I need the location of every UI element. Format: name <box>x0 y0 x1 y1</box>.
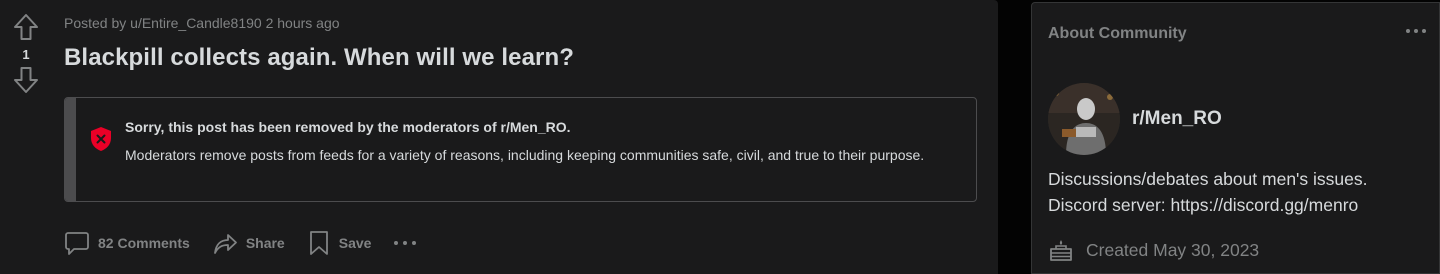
comments-button[interactable]: 82 Comments <box>64 226 190 260</box>
about-community-heading: About Community <box>1048 25 1187 42</box>
community-avatar[interactable] <box>1048 83 1120 155</box>
post-content: Posted by u/Entire_Candle8190 2 hours ag… <box>64 0 978 74</box>
save-button[interactable]: Save <box>307 226 372 260</box>
downvote-button[interactable] <box>11 65 41 95</box>
about-community-panel: About Community r/Men_RO Discussions/deb… <box>1031 2 1440 274</box>
description-line: Discussions/debates about men's issues. <box>1048 169 1368 189</box>
share-arrow-icon <box>213 234 237 254</box>
post-actions: 82 Comments Share Save <box>64 226 417 260</box>
upvote-button[interactable] <box>11 12 41 42</box>
removed-notice: Sorry, this post has been removed by the… <box>64 97 977 202</box>
share-button[interactable]: Share <box>212 226 285 260</box>
post-meta: Posted by u/Entire_Candle8190 2 hours ag… <box>64 14 978 32</box>
community-name[interactable]: r/Men_RO <box>1132 107 1222 131</box>
community-description: Discussions/debates about men's issues. … <box>1048 166 1429 218</box>
more-dots-icon <box>394 241 417 245</box>
author-link[interactable]: u/Entire_Candle8190 <box>130 15 262 31</box>
posted-by-label: Posted by <box>64 15 127 31</box>
community-created: Created May 30, 2023 <box>1048 237 1259 263</box>
post-time[interactable]: 2 hours ago <box>266 15 340 31</box>
more-dots-icon <box>1406 29 1426 33</box>
cake-icon <box>1050 240 1072 261</box>
share-label: Share <box>245 235 285 251</box>
bookmark-icon <box>309 231 328 255</box>
removed-notice-text: Moderators remove posts from feeds for a… <box>125 147 925 163</box>
removed-accent-bar <box>65 98 76 201</box>
sidebar-more-button[interactable] <box>1403 23 1429 39</box>
post-more-button[interactable] <box>393 226 417 260</box>
arrow-down-icon <box>14 67 38 93</box>
created-date: Created May 30, 2023 <box>1086 239 1260 260</box>
community-avatar-image <box>1048 83 1120 155</box>
post-title[interactable]: Blackpill collects again. When will we l… <box>64 42 978 74</box>
removed-notice-title: Sorry, this post has been removed by the… <box>125 119 571 135</box>
comments-label: 82 Comments <box>98 235 190 251</box>
page: 1 Posted by u/Entire_Candle8190 2 hours … <box>0 0 1440 274</box>
comment-bubble-icon <box>65 232 89 255</box>
vote-column: 1 <box>0 0 52 274</box>
arrow-up-icon <box>14 14 38 40</box>
shield-x-icon <box>91 127 111 151</box>
save-label: Save <box>338 235 372 251</box>
description-line: Discord server: https://discord.gg/menro <box>1048 195 1359 215</box>
post-card[interactable]: 1 Posted by u/Entire_Candle8190 2 hours … <box>0 0 998 274</box>
vote-count: 1 <box>22 47 30 62</box>
